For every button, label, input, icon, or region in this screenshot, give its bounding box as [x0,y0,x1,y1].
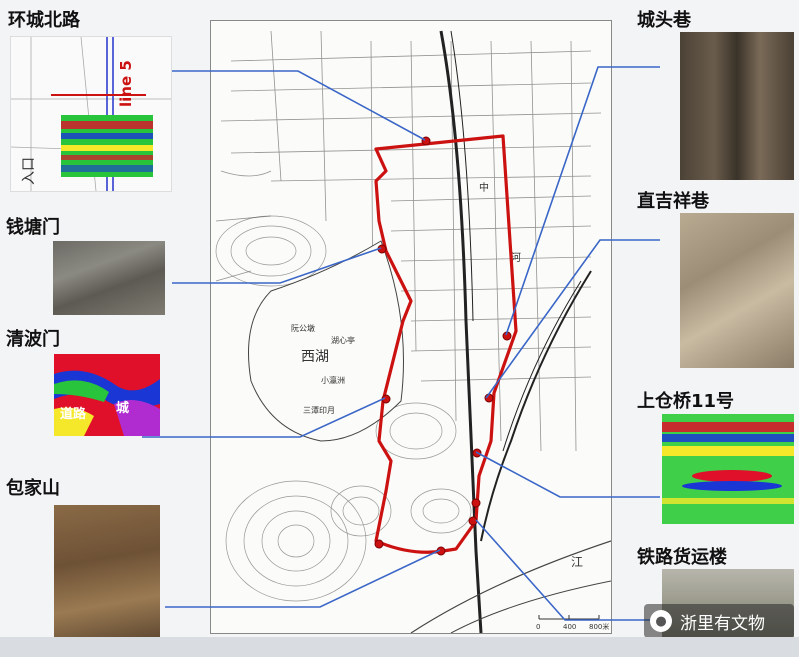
scale-bar: 0 400 800米 [536,615,609,631]
gpr-wall-label: 城 [116,400,129,416]
photo-zhijixiangxiang [680,213,794,368]
scale-800: 800米 [589,622,609,631]
label-baojiashan: 包家山 [6,478,60,499]
label-qingbomen: 清波门 [6,329,60,350]
watermark-text: 浙里有文物 [680,613,765,634]
map-svg: 西湖 阮公墩 湖心亭 小瀛洲 三潭印月 中 河 江 0 400 800米 [215,30,612,634]
place-ruangong: 阮公墩 [291,323,315,333]
river-bank-2 [450,580,612,634]
label-shangcangqiao: 上仓桥11号 [637,391,735,412]
gpr-road-label: 道路 [60,406,87,422]
photo-qingbomen: 道路 城 [54,354,160,436]
gpr-survey-plan: line 5 入口 [11,37,171,191]
label-qiantangmen: 钱塘门 [6,217,60,238]
photo-baojiashan [54,505,160,642]
river-label-jiang: 江 [571,555,583,569]
gpr-heatmap: 道路 城 [54,354,160,436]
label-huanchengbeilu: 环城北路 [8,10,80,31]
scale-0: 0 [536,623,540,631]
label-chengtouxiang: 城头巷 [637,10,691,31]
gpr-entrance-label: 入口 [21,157,37,185]
gpr-line-label: line 5 [117,60,135,107]
photo-qiantangmen [53,241,165,315]
river-label-zhong: 中 [479,181,489,194]
bottom-bar [0,637,799,657]
lake-label-xi: 西湖 [301,349,329,365]
label-tieluhuoyunlou: 铁路货运楼 [637,547,727,568]
wechat-icon: ● [650,610,672,632]
place-santan: 三潭印月 [303,406,335,415]
scale-400: 400 [563,623,576,631]
place-xiaoying: 小瀛洲 [321,375,345,385]
city-map: 西湖 阮公墩 湖心亭 小瀛洲 三潭印月 中 河 江 0 400 800米 [210,20,612,634]
label-zhijixiangxiang: 直吉祥巷 [637,191,709,212]
photo-chengtouxiang [680,32,794,180]
place-huxin: 湖心亭 [331,335,355,345]
wechat-watermark: ● 浙里有文物 [644,604,794,638]
photo-shangcangqiao [662,414,794,524]
photo-huanchengbeilu: line 5 入口 [10,36,172,192]
gpr-profile [662,414,794,524]
